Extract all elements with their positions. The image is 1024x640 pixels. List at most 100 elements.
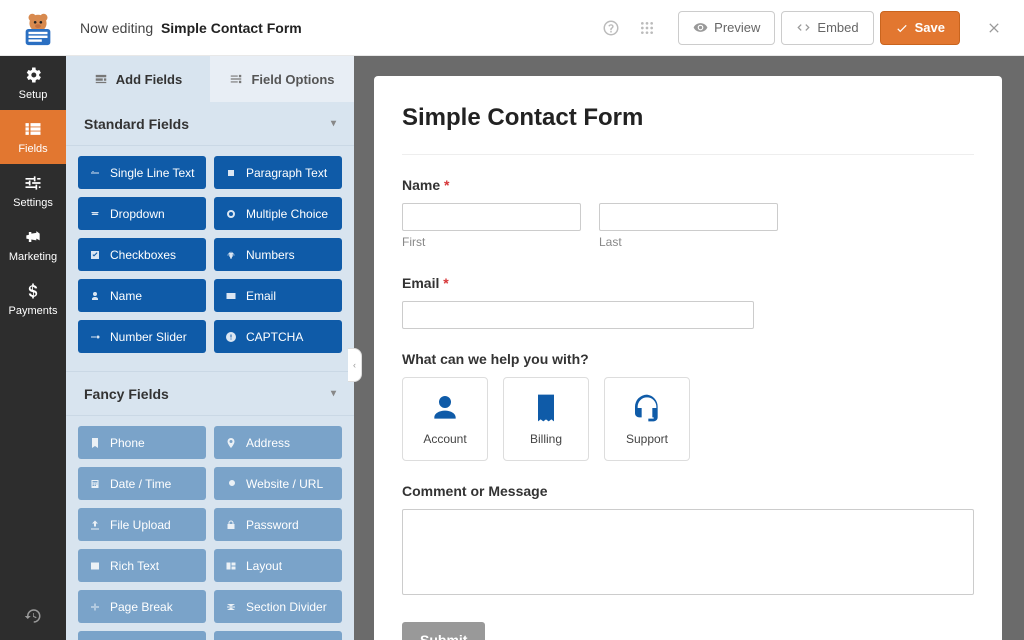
field-rich-text[interactable]: Rich Text bbox=[78, 549, 206, 582]
list-icon bbox=[23, 119, 43, 139]
preview-button[interactable]: Preview bbox=[678, 11, 775, 45]
tab-field-options[interactable]: Field Options bbox=[210, 56, 354, 102]
field-btn-label: Layout bbox=[246, 559, 282, 573]
panel-collapse-handle[interactable]: ‹ bbox=[348, 348, 362, 382]
options-icon bbox=[229, 72, 243, 86]
field-captcha[interactable]: CAPTCHA bbox=[214, 320, 342, 353]
field-html[interactable]: HTML bbox=[78, 631, 206, 640]
field-layout[interactable]: Layout bbox=[214, 549, 342, 582]
embed-button[interactable]: Embed bbox=[781, 11, 873, 45]
first-name-input[interactable] bbox=[402, 203, 581, 231]
tab-add-fields[interactable]: Add Fields bbox=[66, 56, 210, 102]
field-type-icon bbox=[88, 560, 102, 572]
field-page-break[interactable]: Page Break bbox=[78, 590, 206, 623]
field-content[interactable]: Content bbox=[214, 631, 342, 640]
field-btn-label: Rich Text bbox=[110, 559, 159, 573]
fields-panel: Add Fields Field Options Standard Fields… bbox=[66, 56, 354, 640]
panel-tabs: Add Fields Field Options bbox=[66, 56, 354, 102]
comment-label: Comment or Message bbox=[402, 483, 974, 499]
code-icon bbox=[796, 20, 811, 35]
nav-payments[interactable]: Payments bbox=[0, 272, 66, 326]
field-type-icon bbox=[224, 331, 238, 343]
field-type-icon bbox=[88, 167, 102, 179]
field-btn-label: File Upload bbox=[110, 518, 171, 532]
last-name-input[interactable] bbox=[599, 203, 778, 231]
comment-textarea[interactable] bbox=[402, 509, 974, 595]
help-option-billing[interactable]: Billing bbox=[503, 377, 589, 461]
nav-setup[interactable]: Setup bbox=[0, 56, 66, 110]
field-single-line-text[interactable]: Single Line Text bbox=[78, 156, 206, 189]
email-input[interactable] bbox=[402, 301, 754, 329]
eye-icon bbox=[693, 20, 708, 35]
field-address[interactable]: Address bbox=[214, 426, 342, 459]
help-option-account[interactable]: Account bbox=[402, 377, 488, 461]
chevron-down-icon: ▾ bbox=[331, 388, 336, 399]
help-option-support[interactable]: Support bbox=[604, 377, 690, 461]
name-label: Name * bbox=[402, 177, 974, 193]
form-name: Simple Contact Form bbox=[161, 20, 302, 36]
nav-fields-label: Fields bbox=[18, 143, 47, 155]
field-date-time[interactable]: Date / Time bbox=[78, 467, 206, 500]
help-icon[interactable] bbox=[600, 17, 622, 39]
field-btn-label: Page Break bbox=[110, 600, 173, 614]
check-icon bbox=[895, 21, 909, 35]
save-button[interactable]: Save bbox=[880, 11, 960, 45]
section-fancy-label: Fancy Fields bbox=[84, 386, 169, 402]
nav-fields[interactable]: Fields bbox=[0, 110, 66, 164]
field-name[interactable]: Name bbox=[78, 279, 206, 312]
field-type-icon bbox=[224, 478, 238, 490]
close-icon[interactable] bbox=[982, 16, 1006, 40]
field-website-url[interactable]: Website / URL bbox=[214, 467, 342, 500]
headset-icon bbox=[631, 392, 663, 424]
field-btn-label: Date / Time bbox=[110, 477, 171, 491]
last-name-sublabel: Last bbox=[599, 235, 778, 249]
field-btn-label: Number Slider bbox=[110, 330, 187, 344]
form-canvas: Simple Contact Form Name * First Last Em… bbox=[374, 76, 1002, 640]
logo bbox=[10, 9, 66, 47]
field-type-icon bbox=[88, 331, 102, 343]
field-password[interactable]: Password bbox=[214, 508, 342, 541]
topbar: Now editing Simple Contact Form Preview … bbox=[0, 0, 1024, 56]
field-type-icon bbox=[224, 290, 238, 302]
nav-settings[interactable]: Settings bbox=[0, 164, 66, 218]
section-fancy-fields[interactable]: Fancy Fields ▾ bbox=[66, 372, 354, 416]
field-numbers[interactable]: Numbers bbox=[214, 238, 342, 271]
invoice-icon bbox=[530, 392, 562, 424]
apps-icon[interactable] bbox=[636, 17, 658, 39]
field-type-icon bbox=[224, 249, 238, 261]
field-dropdown[interactable]: Dropdown bbox=[78, 197, 206, 230]
field-btn-label: Address bbox=[246, 436, 290, 450]
nav-marketing[interactable]: Marketing bbox=[0, 218, 66, 272]
editing-prefix: Now editing bbox=[80, 20, 153, 36]
field-btn-label: Multiple Choice bbox=[246, 207, 328, 221]
editing-label: Now editing Simple Contact Form bbox=[80, 20, 302, 36]
field-type-icon bbox=[88, 437, 102, 449]
gear-icon bbox=[23, 65, 43, 85]
field-number-slider[interactable]: Number Slider bbox=[78, 320, 206, 353]
field-file-upload[interactable]: File Upload bbox=[78, 508, 206, 541]
field-checkboxes[interactable]: Checkboxes bbox=[78, 238, 206, 271]
section-standard-fields[interactable]: Standard Fields ▾ bbox=[66, 102, 354, 146]
field-multiple-choice[interactable]: Multiple Choice bbox=[214, 197, 342, 230]
field-btn-label: Email bbox=[246, 289, 276, 303]
field-type-icon bbox=[224, 560, 238, 572]
nav-marketing-label: Marketing bbox=[9, 251, 57, 263]
field-type-icon bbox=[88, 601, 102, 613]
history-button[interactable] bbox=[0, 592, 66, 640]
field-type-icon bbox=[88, 249, 102, 261]
submit-button[interactable]: Submit bbox=[402, 622, 485, 640]
field-type-icon bbox=[88, 519, 102, 531]
field-paragraph-text[interactable]: Paragraph Text bbox=[214, 156, 342, 189]
tab-field-options-label: Field Options bbox=[251, 72, 334, 87]
field-section-divider[interactable]: Section Divider bbox=[214, 590, 342, 623]
standard-fields-grid: Single Line TextParagraph TextDropdown Mu… bbox=[66, 146, 354, 372]
field-phone[interactable]: Phone bbox=[78, 426, 206, 459]
field-btn-label: Website / URL bbox=[246, 477, 323, 491]
field-type-icon bbox=[88, 290, 102, 302]
field-type-icon bbox=[224, 208, 238, 220]
field-btn-label: Numbers bbox=[246, 248, 295, 262]
field-email[interactable]: Email bbox=[214, 279, 342, 312]
embed-label: Embed bbox=[817, 20, 858, 35]
nav-setup-label: Setup bbox=[19, 89, 48, 101]
field-btn-label: Section Divider bbox=[246, 600, 327, 614]
